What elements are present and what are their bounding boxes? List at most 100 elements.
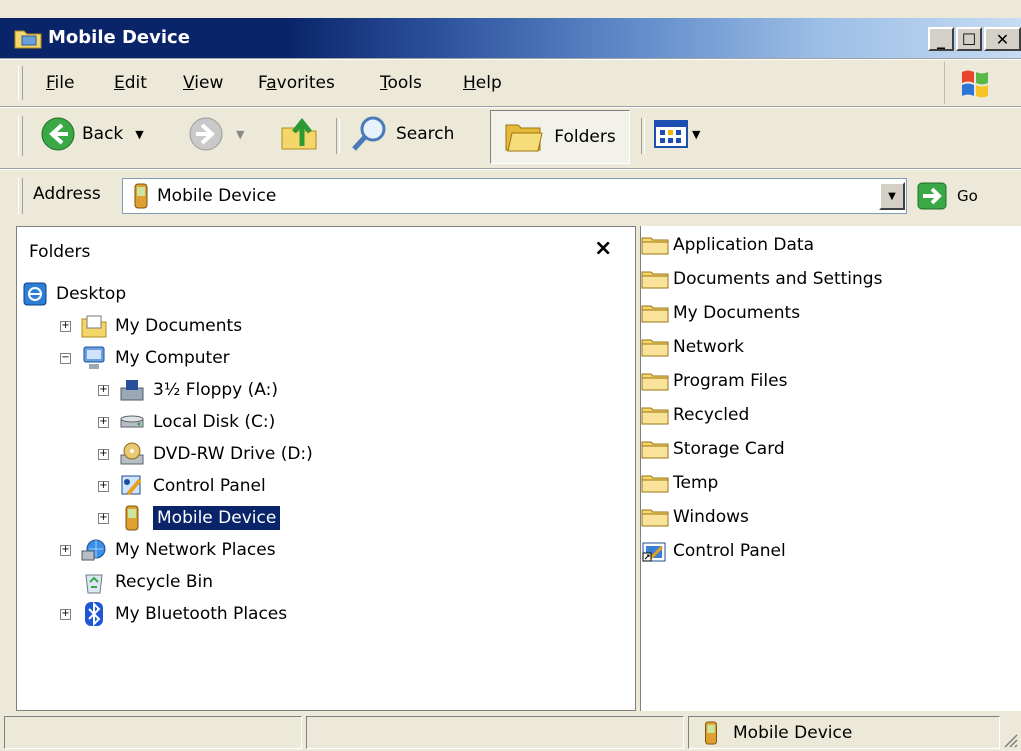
folders-label: Folders (554, 127, 616, 147)
tree-item-desktop[interactable]: Desktop (22, 278, 313, 310)
file-item-windows[interactable]: Windows (641, 500, 882, 534)
maximize-button[interactable]: ☐ (956, 27, 982, 51)
my-documents-icon (81, 314, 107, 338)
close-button[interactable]: ✕ (984, 27, 1021, 51)
toolbar-grip[interactable] (18, 116, 23, 156)
folders-icon (505, 124, 543, 152)
file-item-label: Temp (673, 473, 719, 493)
file-item-recycled[interactable]: Recycled (641, 398, 882, 432)
tree-item-label: My Documents (115, 316, 243, 336)
tree-item-my-documents[interactable]: + My Documents (60, 310, 313, 342)
forward-button[interactable]: ▼ (188, 112, 244, 156)
folders-button[interactable]: Folders (490, 110, 630, 164)
folder-icon (641, 473, 669, 493)
tree-item-my-computer[interactable]: − My Computer (60, 342, 313, 374)
addressbar-grip[interactable] (18, 178, 23, 214)
mobile-device-icon (705, 720, 717, 745)
expand-icon[interactable]: + (98, 448, 109, 460)
tree-item-recycle-bin[interactable]: Recycle Bin (60, 566, 313, 598)
file-item-label: Storage Card (673, 439, 785, 459)
menu-edit[interactable]: Edit (114, 73, 147, 93)
folder-icon (641, 439, 669, 459)
bluetooth-icon (81, 601, 107, 627)
collapse-icon[interactable]: − (60, 352, 71, 364)
menu-help[interactable]: Help (463, 73, 502, 93)
up-folder-button[interactable] (280, 112, 318, 156)
folder-icon (641, 235, 669, 255)
folder-window-icon (14, 30, 42, 49)
menu-file[interactable]: File (46, 73, 74, 93)
file-item-my-documents[interactable]: My Documents (641, 296, 882, 330)
address-dropdown-button[interactable]: ▼ (879, 182, 905, 210)
mobile-device-icon (119, 505, 145, 531)
file-list: Application Data Documents and Settings My… (641, 228, 882, 568)
file-item-program-files[interactable]: Program Files (641, 364, 882, 398)
folder-icon (641, 405, 669, 425)
tree-item-dvd-rw-drive-d[interactable]: + DVD-RW Drive (D:) (98, 438, 313, 470)
file-item-label: Documents and Settings (673, 269, 883, 289)
views-dropdown-icon[interactable]: ▼ (692, 128, 700, 141)
control-panel-shortcut-icon (641, 541, 669, 562)
back-label: Back (82, 124, 124, 144)
tree-item-label: My Network Places (115, 540, 276, 560)
file-item-control-panel[interactable]: Control Panel (641, 534, 882, 568)
tree-item-label: DVD-RW Drive (D:) (153, 444, 313, 464)
folder-tree: Desktop + My Documents − My Computer +3½ Flop… (22, 278, 313, 630)
tree-item-my-network-places[interactable]: + My Network Places (60, 534, 313, 566)
search-label: Search (396, 124, 455, 144)
status-location-text: Mobile Device (733, 722, 853, 743)
go-button[interactable]: Go (917, 180, 978, 212)
file-item-label: Windows (673, 507, 749, 527)
tree-item-label: Recycle Bin (115, 572, 214, 592)
menubar-grip[interactable] (18, 66, 23, 100)
expand-icon[interactable]: + (98, 512, 109, 524)
views-button[interactable]: ▼ (654, 112, 700, 156)
tree-item-control-panel[interactable]: + Control Panel (98, 470, 313, 502)
network-places-icon (81, 538, 107, 562)
menu-tools[interactable]: Tools (380, 73, 422, 93)
local-disk-icon (119, 410, 145, 434)
back-button[interactable]: Back ▼ (40, 112, 144, 156)
menu-favorites[interactable]: Favorites (258, 73, 335, 93)
file-item-label: Control Panel (673, 541, 786, 561)
file-item-storage-card[interactable]: Storage Card (641, 432, 882, 466)
tree-item-my-bluetooth-places[interactable]: + My Bluetooth Places (60, 598, 313, 630)
address-label: Address (33, 184, 101, 204)
expand-icon[interactable]: + (98, 480, 109, 492)
file-item-documents-and-settings[interactable]: Documents and Settings (641, 262, 882, 296)
file-item-label: My Documents (673, 303, 801, 323)
minimize-button[interactable]: _ (928, 27, 954, 51)
tree-item-local-disk-c[interactable]: + Local Disk (C:) (98, 406, 313, 438)
folders-pane-close-icon[interactable]: × (594, 236, 612, 261)
tree-item-mobile-device[interactable]: + Mobile Device (98, 502, 313, 534)
folder-icon (641, 303, 669, 323)
file-item-label: Network (673, 337, 744, 357)
expand-icon[interactable]: + (60, 608, 71, 620)
folder-icon (641, 371, 669, 391)
toolbar-top-separator (0, 106, 1021, 108)
tree-item-3-floppy-a[interactable]: +3½ Floppy (A:) (98, 374, 313, 406)
go-arrow-icon (917, 182, 947, 210)
control-panel-icon (119, 474, 145, 498)
file-item-application-data[interactable]: Application Data (641, 228, 882, 262)
back-dropdown-icon[interactable]: ▼ (135, 128, 143, 141)
expand-icon[interactable]: + (98, 384, 109, 396)
address-input[interactable]: Mobile Device (122, 178, 907, 214)
expand-icon[interactable]: + (60, 320, 71, 332)
file-item-temp[interactable]: Temp (641, 466, 882, 500)
status-cell-1 (4, 716, 302, 749)
expand-icon[interactable]: + (98, 416, 109, 428)
resize-grip-icon[interactable] (1002, 732, 1018, 748)
folder-icon (641, 269, 669, 289)
tree-item-label: My Computer (115, 348, 230, 368)
folder-icon (641, 507, 669, 527)
file-item-network[interactable]: Network (641, 330, 882, 364)
file-item-label: Recycled (673, 405, 750, 425)
menu-view[interactable]: View (183, 73, 223, 93)
expand-icon[interactable]: + (60, 544, 71, 556)
my-computer-icon (81, 346, 107, 370)
forward-arrow-icon (189, 117, 223, 151)
search-button[interactable]: Search (350, 112, 454, 156)
status-cell-2 (306, 716, 684, 749)
forward-dropdown-icon[interactable]: ▼ (236, 128, 244, 141)
